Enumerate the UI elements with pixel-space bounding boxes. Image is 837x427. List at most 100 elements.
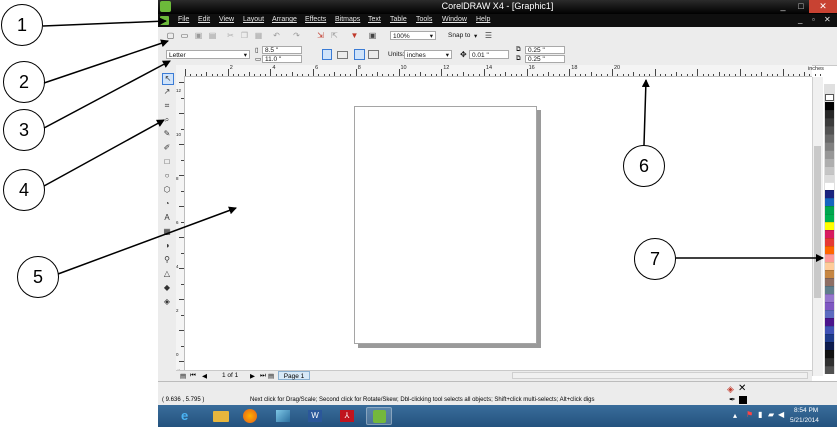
color-swatch[interactable] <box>825 174 834 182</box>
clock-date[interactable]: 5/21/2014 <box>790 417 819 424</box>
menu-window[interactable]: Window <box>442 16 467 23</box>
menu-bitmaps[interactable]: Bitmaps <box>335 16 360 23</box>
chevron-down-icon[interactable]: ▾ <box>474 32 477 40</box>
drawing-page[interactable] <box>354 106 537 344</box>
color-swatch[interactable] <box>825 118 834 126</box>
polygon-tool-icon[interactable]: ⬡ <box>162 185 172 195</box>
fill-indicator-icon[interactable]: ◈ <box>727 384 734 395</box>
units-select[interactable]: inches ▾ <box>404 50 452 59</box>
word-icon[interactable]: W <box>302 407 328 425</box>
acrobat-icon[interactable]: ⅄ <box>334 407 360 425</box>
fill-tool-icon[interactable]: ◆ <box>162 283 172 293</box>
cut-icon[interactable]: ✂ <box>226 31 235 40</box>
duplicate-y-input[interactable]: 0.25 " <box>525 55 565 63</box>
zoom-level-select[interactable]: 100% ▾ <box>390 31 436 40</box>
menu-table[interactable]: Table <box>390 16 407 23</box>
menu-text[interactable]: Text <box>368 16 381 23</box>
color-swatch[interactable] <box>825 334 834 342</box>
application-launcher-icon[interactable]: ▼ <box>350 31 359 40</box>
color-swatch[interactable] <box>825 270 834 278</box>
menu-edit[interactable]: Edit <box>198 16 210 23</box>
smart-fill-tool-icon[interactable]: ✐ <box>162 143 172 153</box>
outline-pen-icon[interactable]: ✒ <box>729 395 736 404</box>
text-tool-icon[interactable]: A <box>162 213 172 223</box>
horizontal-ruler[interactable]: 2 4 6 8 10 12 14 16 18 20 <box>176 65 822 77</box>
options-icon[interactable]: ☰ <box>484 31 493 40</box>
welcome-screen-icon[interactable]: ▣ <box>368 31 377 40</box>
all-pages-button[interactable] <box>354 49 365 60</box>
vertical-ruler[interactable]: 12 10 8 6 4 2 0 <box>176 76 185 386</box>
pick-tool-icon[interactable]: ↖ <box>162 73 174 85</box>
paste-icon[interactable]: ▦ <box>254 31 263 40</box>
undo-icon[interactable]: ↶ <box>272 31 281 40</box>
color-swatch[interactable] <box>825 302 834 310</box>
no-fill-icon[interactable]: ✕ <box>738 383 746 394</box>
page-width-input[interactable]: 8.5 " <box>262 46 302 54</box>
menu-help[interactable]: Help <box>476 16 490 23</box>
color-swatch[interactable] <box>825 222 834 230</box>
portrait-button[interactable] <box>322 49 332 60</box>
file-explorer-icon[interactable] <box>208 407 234 425</box>
document-icon[interactable] <box>160 16 169 25</box>
add-page-after-icon[interactable]: ▤ <box>268 372 274 380</box>
color-swatch[interactable] <box>825 326 834 334</box>
color-swatch[interactable] <box>825 230 834 238</box>
menu-view[interactable]: View <box>219 16 234 23</box>
add-page-before-icon[interactable]: ▤ <box>180 372 186 380</box>
next-page-icon[interactable]: ▶ <box>250 372 255 380</box>
table-tool-icon[interactable]: ▦ <box>162 227 172 237</box>
color-swatch[interactable] <box>825 350 834 358</box>
ellipse-tool-icon[interactable]: ○ <box>162 171 172 181</box>
color-swatch[interactable] <box>825 238 834 246</box>
page-size-select[interactable]: Letter ▾ <box>166 50 250 59</box>
doc-restore-button[interactable]: ▫ <box>812 15 815 24</box>
color-swatch[interactable] <box>825 126 834 134</box>
shape-tool-icon[interactable]: ↗ <box>162 87 172 97</box>
color-swatch[interactable] <box>825 198 834 206</box>
zoom-tool-icon[interactable]: ⌕ <box>162 115 172 125</box>
color-swatch[interactable] <box>825 318 834 326</box>
new-document-icon[interactable]: ▢ <box>166 31 175 40</box>
color-swatch[interactable] <box>825 366 834 374</box>
color-swatch[interactable] <box>825 182 834 190</box>
basic-shapes-tool-icon[interactable]: ◔ <box>162 199 172 209</box>
menu-file[interactable]: File <box>178 16 189 23</box>
menu-arrange[interactable]: Arrange <box>272 16 297 23</box>
minimize-button[interactable]: _ <box>774 0 792 13</box>
export-icon[interactable]: ⇱ <box>330 31 339 40</box>
copy-icon[interactable]: ❐ <box>240 31 249 40</box>
current-page-button[interactable] <box>368 50 379 59</box>
firefox-icon[interactable] <box>238 407 264 425</box>
maximize-button[interactable]: □ <box>792 0 810 13</box>
interactive-fill-tool-icon[interactable]: ◈ <box>162 297 172 307</box>
network-icon[interactable]: ▰ <box>768 410 774 419</box>
interactive-blend-tool-icon[interactable]: ◑ <box>162 241 172 251</box>
color-swatch[interactable] <box>825 142 834 150</box>
freehand-tool-icon[interactable]: ✎ <box>162 129 172 139</box>
color-swatch[interactable] <box>825 254 834 262</box>
vertical-scroll-thumb[interactable] <box>814 146 821 298</box>
doc-minimize-button[interactable]: _ <box>798 15 802 24</box>
color-swatch[interactable] <box>825 358 834 366</box>
open-icon[interactable]: ▭ <box>180 31 189 40</box>
color-swatch[interactable] <box>825 94 834 101</box>
eyedropper-tool-icon[interactable]: ⚲ <box>162 255 172 265</box>
color-swatch[interactable] <box>825 110 834 118</box>
outline-tool-icon[interactable]: △ <box>162 269 172 279</box>
landscape-button[interactable] <box>337 51 348 59</box>
color-swatch[interactable] <box>825 286 834 294</box>
menu-layout[interactable]: Layout <box>243 16 264 23</box>
color-swatch[interactable] <box>825 214 834 222</box>
tab-page-1[interactable]: Page 1 <box>278 371 310 380</box>
snap-to-button[interactable]: Snap to <box>448 32 470 39</box>
menu-effects[interactable]: Effects <box>305 16 326 23</box>
color-swatch[interactable] <box>825 166 834 174</box>
color-swatch[interactable] <box>825 102 834 110</box>
duplicate-x-input[interactable]: 0.25 " <box>525 46 565 54</box>
page-height-input[interactable]: 11.0 " <box>262 55 302 63</box>
internet-explorer-icon[interactable]: e <box>174 407 200 425</box>
rectangle-tool-icon[interactable]: □ <box>162 157 172 167</box>
print-icon[interactable]: ▤ <box>208 31 217 40</box>
color-swatch[interactable] <box>825 158 834 166</box>
color-swatch[interactable] <box>825 134 834 142</box>
